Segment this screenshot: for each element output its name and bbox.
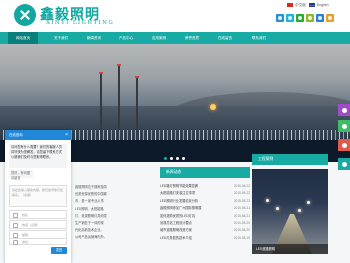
logo-subtitle: XINYI LIGHTING (46, 20, 115, 26)
list-item[interactable]: 如何选购优质的LED灯具 2015-08-21 (160, 213, 250, 220)
list-item[interactable]: 景观亮化工程设计要点 2015-08-20 (160, 220, 250, 227)
message-input[interactable]: 请在此输入留言内容，我们会尽快与您联系。（必填） (9, 185, 67, 207)
about-line: 市，是一家专业从事 (75, 199, 104, 204)
nav-honors[interactable]: 荣誉资质 (177, 32, 207, 44)
wechat-icon[interactable] (296, 14, 304, 22)
news-list: LED路灯照明节能效果显著 2015-08-22 太阳能路灯安装注意事项 2015-… (160, 183, 250, 242)
side-top-button[interactable] (338, 158, 350, 170)
news-date: 2015-08-20 (233, 228, 250, 233)
slider-dot[interactable] (182, 157, 185, 160)
list-item[interactable]: LED照明行业发展前景分析 2015-08-22 (160, 198, 250, 205)
nav-contact[interactable]: 联系我们 (244, 32, 274, 44)
language-switcher: 中文版 English (287, 2, 329, 8)
news-title[interactable]: LED照明行业发展前景分析 (160, 198, 198, 205)
about-line: 公司产品远销海内外。 (75, 235, 107, 240)
send-button[interactable]: 发送 (51, 247, 67, 254)
slider-dot[interactable] (164, 157, 167, 160)
phone-icon (13, 223, 18, 228)
phone-icon (341, 142, 347, 148)
news-date: 2015-08-21 (233, 213, 250, 218)
news-title[interactable]: 鑫毅照明参加广州国际照明展 (160, 205, 201, 212)
chat-icon (341, 107, 347, 113)
news-title[interactable]: LED灯具散热技术介绍 (160, 235, 192, 242)
nav-message[interactable]: 在线留言 (210, 32, 240, 44)
news-date: 2015-08-22 (233, 198, 250, 203)
lang-chinese[interactable]: 中文版 (287, 3, 306, 8)
nav-news[interactable]: 新闻资讯 (79, 32, 109, 44)
street-lamp (298, 209, 301, 212)
news-date: 2015-08-21 (233, 206, 250, 211)
about-line: 生产销售于一体的现 (75, 221, 104, 226)
news-header[interactable]: 新闻动态 (160, 167, 250, 178)
chat-reply: 您好，有问题请留言 (9, 170, 33, 180)
qzone-icon[interactable] (306, 14, 314, 22)
news-date: 2015-08-20 (233, 220, 250, 225)
slider-dot[interactable] (170, 157, 173, 160)
chat-greeting: 请问您有什么需要？我们的客服人员将尽快为您解答，请您留下联系方式以便我们及时与您… (9, 144, 67, 168)
side-chat-button[interactable] (338, 104, 350, 116)
nav-about[interactable]: 关于我们 (46, 32, 76, 44)
nav-home[interactable]: 网站首页 (8, 32, 38, 44)
list-item[interactable]: 城市道路照明改造方案 2015-08-20 (160, 227, 250, 234)
case-caption: LED道路照明 (252, 244, 328, 254)
about-line: 优质资源优势的中国城 (75, 192, 107, 197)
lang-english[interactable]: English (308, 3, 329, 8)
main-nav: 网站首页 关于我们 新闻资讯 产品中心 应用案例 荣誉资质 在线留言 联系我们 (0, 32, 350, 44)
share-bar (276, 14, 334, 22)
nav-cases[interactable]: 应用案例 (144, 32, 174, 44)
tencent-weibo-icon[interactable] (286, 14, 294, 22)
uk-flag-icon (308, 3, 315, 8)
side-phone-button[interactable] (338, 139, 350, 151)
qq-icon (341, 123, 347, 129)
chat-title[interactable]: 在线咨询 (5, 130, 71, 140)
close-icon[interactable]: × (65, 130, 68, 140)
address-field[interactable]: 地址 (9, 238, 67, 245)
list-item[interactable]: LED路灯照明节能效果显著 2015-08-22 (160, 183, 250, 190)
case-image[interactable]: LED道路照明 (252, 169, 328, 254)
about-text: 鑫毅照明位于拥有独特 优质资源优势的中国城 市，是一家专业从事 LED照明、太阳… (75, 184, 155, 242)
share-more-icon[interactable] (326, 14, 334, 22)
news-title[interactable]: 太阳能路灯安装注意事项 (160, 190, 195, 197)
list-item[interactable]: 太阳能路灯安装注意事项 2015-08-22 (160, 190, 250, 197)
about-line: 鑫毅照明位于拥有独特 (75, 185, 107, 189)
nav-products[interactable]: 产品中心 (111, 32, 141, 44)
news-date: 2015-08-22 (233, 191, 250, 196)
user-icon (13, 213, 18, 218)
news-date: 2015-08-19 (233, 235, 250, 240)
list-item[interactable]: 鑫毅照明参加广州国际照明展 2015-08-21 (160, 205, 250, 212)
street-lamp (307, 201, 310, 204)
side-qq-button[interactable] (338, 120, 350, 132)
about-line: 代化高新技术企业。 (75, 228, 104, 233)
flare-light (210, 104, 216, 110)
news-title[interactable]: 如何选购优质的LED灯具 (160, 213, 195, 220)
china-flag-icon (287, 2, 293, 7)
chimney (135, 76, 139, 134)
logo-icon[interactable] (14, 4, 36, 26)
list-item[interactable]: LED灯具散热技术介绍 2015-08-19 (160, 235, 250, 242)
chimney (99, 72, 103, 134)
news-title[interactable]: 城市道路照明改造方案 (160, 227, 192, 234)
about-line: 灯、景观照明灯具研发 (75, 213, 107, 218)
weibo-icon[interactable] (276, 14, 284, 22)
chimney (117, 64, 121, 134)
site-header: 鑫毅照明 XINYI LIGHTING 中文版 English (0, 0, 350, 32)
chat-window: 在线咨询 × 请问您有什么需要？我们的客服人员将尽快为您解答，请您留下联系方式以… (5, 130, 71, 263)
slider-dot[interactable] (176, 157, 179, 160)
cases-header[interactable]: 工程案例 (252, 154, 328, 165)
about-line: LED照明、太阳能路 (75, 206, 104, 211)
street-lamp (266, 199, 269, 202)
phone-field[interactable]: 电话（必填） (9, 220, 67, 229)
news-title[interactable]: 景观亮化工程设计要点 (160, 220, 192, 227)
slider-dots (164, 157, 185, 160)
location-icon (13, 240, 18, 245)
news-date: 2015-08-22 (233, 184, 250, 188)
name-field[interactable]: 姓名 (9, 210, 67, 219)
top-icon (341, 161, 347, 167)
news-title[interactable]: LED路灯照明节能效果显著 (160, 183, 198, 190)
street-lamp (276, 207, 279, 210)
renren-icon[interactable] (316, 14, 324, 22)
